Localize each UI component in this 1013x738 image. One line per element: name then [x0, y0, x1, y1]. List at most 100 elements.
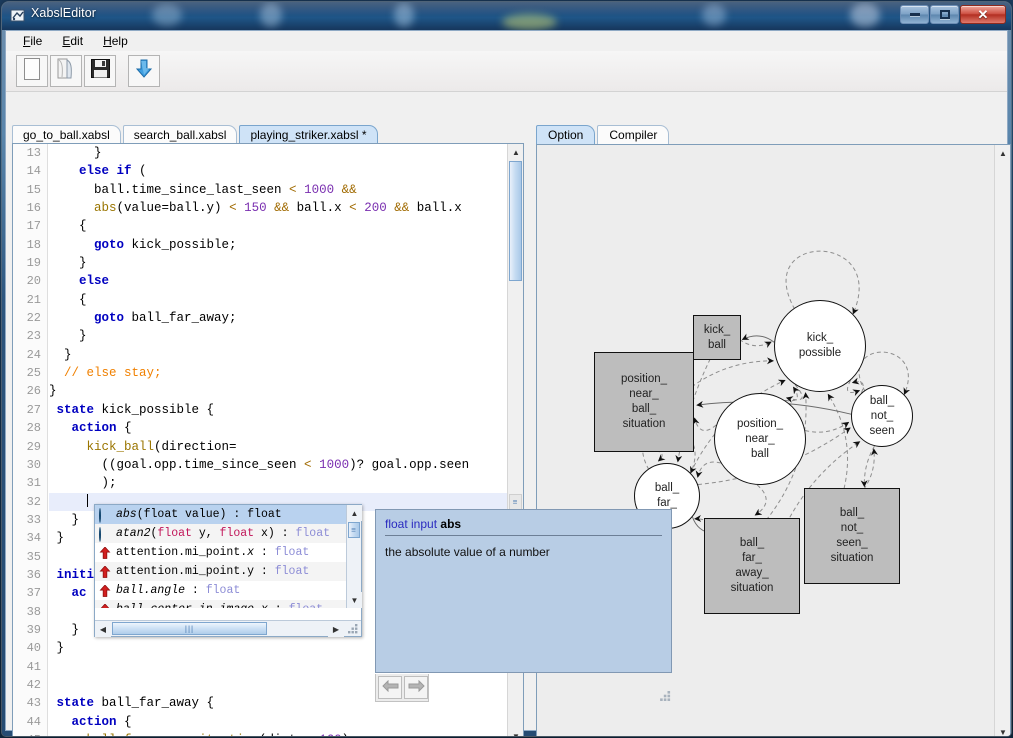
- scroll-down-arrow-icon[interactable]: ▼: [995, 724, 1010, 736]
- editor-tab-strip: go_to_ball.xabsl search_ball.xabsl playi…: [12, 124, 522, 144]
- autocomplete-item-label: attention.mi_point.x : float: [116, 546, 310, 559]
- code-line[interactable]: {: [49, 291, 507, 309]
- state-node-ball_not_seen_situation[interactable]: ball_ not_ seen_ situation: [804, 488, 900, 584]
- state-node-label: position_ near_ ball: [736, 417, 784, 460]
- code-line[interactable]: );: [49, 474, 507, 492]
- code-line[interactable]: else if (: [49, 162, 507, 180]
- autocomplete-item-label: atan2(float y, float x) : float: [116, 527, 330, 540]
- scroll-up-arrow-icon[interactable]: ▲: [508, 144, 523, 160]
- code-line[interactable]: kick_ball(direction=: [49, 438, 507, 456]
- autocomplete-item[interactable]: ball.angle : float: [95, 581, 346, 600]
- documentation-panel: float input abs the absolute value of a …: [375, 509, 672, 673]
- autocomplete-item[interactable]: atan2(float y, float x) : float: [95, 524, 346, 543]
- code-line[interactable]: }: [49, 254, 507, 272]
- line-number: 21: [26, 292, 41, 307]
- autocomplete-vscroll-thumb[interactable]: ≡: [348, 522, 360, 538]
- menu-help[interactable]: Help: [94, 32, 137, 50]
- code-line[interactable]: state kick_possible {: [49, 401, 507, 419]
- state-node-ball_far_away_situation[interactable]: ball_ far_ away_ situation: [704, 518, 800, 614]
- code-line[interactable]: action {: [49, 419, 507, 437]
- import-button[interactable]: [128, 55, 160, 87]
- autocomplete-list[interactable]: abs(float value) : float atan2(float y, f…: [95, 505, 346, 608]
- code-line[interactable]: goto ball_far_away;: [49, 309, 507, 327]
- code-line[interactable]: ball.time_since_last_seen < 1000 &&: [49, 181, 507, 199]
- code-line[interactable]: }: [49, 327, 507, 345]
- toolbar: [6, 51, 1007, 92]
- code-line[interactable]: // else stay;: [49, 364, 507, 382]
- code-line[interactable]: goto kick_possible;: [49, 236, 507, 254]
- code-token: else: [79, 274, 110, 289]
- line-number: 23: [26, 329, 41, 344]
- state-node-label: kick_ possible: [798, 332, 842, 359]
- doc-kind: float input: [385, 517, 438, 531]
- line-number: 34: [26, 531, 41, 546]
- transition-edge: [655, 450, 666, 462]
- tab-compiler[interactable]: Compiler: [597, 125, 670, 144]
- scroll-right-arrow-icon[interactable]: ▶: [328, 621, 344, 637]
- doc-back-button[interactable]: [378, 676, 402, 699]
- code-line[interactable]: ball_far_away_situation(dist = 160);: [49, 731, 507, 736]
- code-line[interactable]: else: [49, 272, 507, 290]
- tab-label: Option: [548, 127, 584, 142]
- code-line[interactable]: {: [49, 217, 507, 235]
- transition-edge: [847, 380, 861, 397]
- state-node-ball_not_seen[interactable]: ball_ not_ seen: [851, 385, 913, 447]
- save-file-button[interactable]: [84, 55, 116, 87]
- code-token: ball_far_away {: [94, 696, 215, 711]
- new-file-button[interactable]: [16, 55, 48, 87]
- maximize-button[interactable]: [930, 5, 959, 24]
- state-node-label: ball_ not_ seen: [869, 394, 895, 437]
- transition-edge: [754, 484, 767, 516]
- code-token: <: [304, 457, 312, 472]
- autocomplete-item[interactable]: attention.mi_point.y : float: [95, 562, 346, 581]
- code-token: &&: [341, 182, 357, 197]
- state-node-position_near_ball_situation[interactable]: position_ near_ ball_ situation: [594, 352, 694, 452]
- autocomplete-item[interactable]: ball.center_in_image.x : float: [95, 600, 346, 608]
- autocomplete-item[interactable]: abs(float value) : float: [95, 505, 346, 524]
- scroll-up-arrow-icon[interactable]: ▲: [995, 145, 1010, 161]
- code-line[interactable]: }: [49, 144, 507, 162]
- resize-grip-icon[interactable]: [347, 622, 360, 635]
- code-line[interactable]: action {: [49, 713, 507, 731]
- open-file-button[interactable]: [50, 55, 82, 87]
- scroll-up-arrow-icon[interactable]: ▲: [347, 505, 362, 521]
- doc-forward-button[interactable]: [404, 676, 428, 699]
- tab-search-ball[interactable]: search_ball.xabsl: [122, 125, 238, 144]
- input-symbol-icon: [99, 602, 111, 608]
- code-line[interactable]: }: [49, 382, 507, 400]
- scroll-down-arrow-icon[interactable]: ▼: [508, 728, 523, 736]
- code-line[interactable]: abs(value=ball.y) < 150 && ball.x < 200 …: [49, 199, 507, 217]
- code-line[interactable]: ((goal.opp.time_since_seen < 1000)? goal…: [49, 456, 507, 474]
- editor-vscroll-thumb[interactable]: [509, 161, 522, 281]
- autocomplete-hscroll-thumb[interactable]: |||: [112, 622, 267, 635]
- close-icon: ✕: [977, 6, 989, 22]
- state-node-kick_ball[interactable]: kick_ ball: [693, 315, 741, 360]
- scroll-down-arrow-icon[interactable]: ▼: [347, 592, 362, 608]
- close-button[interactable]: ✕: [960, 5, 1006, 24]
- code-token: (dist =: [259, 733, 319, 736]
- code-line[interactable]: [49, 676, 507, 694]
- line-number: 25: [26, 366, 41, 381]
- scroll-left-arrow-icon[interactable]: ◀: [95, 621, 111, 637]
- graph-vertical-scrollbar[interactable]: ▲ ▼: [994, 145, 1010, 736]
- autocomplete-item[interactable]: attention.mi_point.x : float: [95, 543, 346, 562]
- titlebar-blur-blob: [702, 4, 726, 26]
- doc-resize-grip-icon[interactable]: [659, 689, 673, 703]
- code-line[interactable]: }: [49, 346, 507, 364]
- autocomplete-horizontal-scrollbar[interactable]: ◀ ||| ▶: [95, 620, 361, 637]
- tab-go-to-ball[interactable]: go_to_ball.xabsl: [12, 125, 121, 144]
- line-number: 38: [26, 604, 41, 619]
- code-token: (: [131, 164, 147, 179]
- line-number: 17: [26, 219, 41, 234]
- tab-playing-striker[interactable]: playing_striker.xabsl *: [239, 125, 378, 144]
- minimize-button[interactable]: [900, 5, 929, 24]
- state-node-kick_possible[interactable]: kick_ possible: [774, 300, 866, 392]
- autocomplete-vertical-scrollbar[interactable]: ▲ ≡ ▼: [346, 505, 362, 608]
- tab-option[interactable]: Option: [536, 125, 596, 144]
- menu-file[interactable]: FFileile: [14, 32, 51, 50]
- code-token: }: [49, 512, 80, 527]
- menu-edit[interactable]: Edit: [53, 32, 92, 50]
- code-line[interactable]: state ball_far_away {: [49, 694, 507, 712]
- state-node-position_near_ball[interactable]: position_ near_ ball: [714, 393, 806, 485]
